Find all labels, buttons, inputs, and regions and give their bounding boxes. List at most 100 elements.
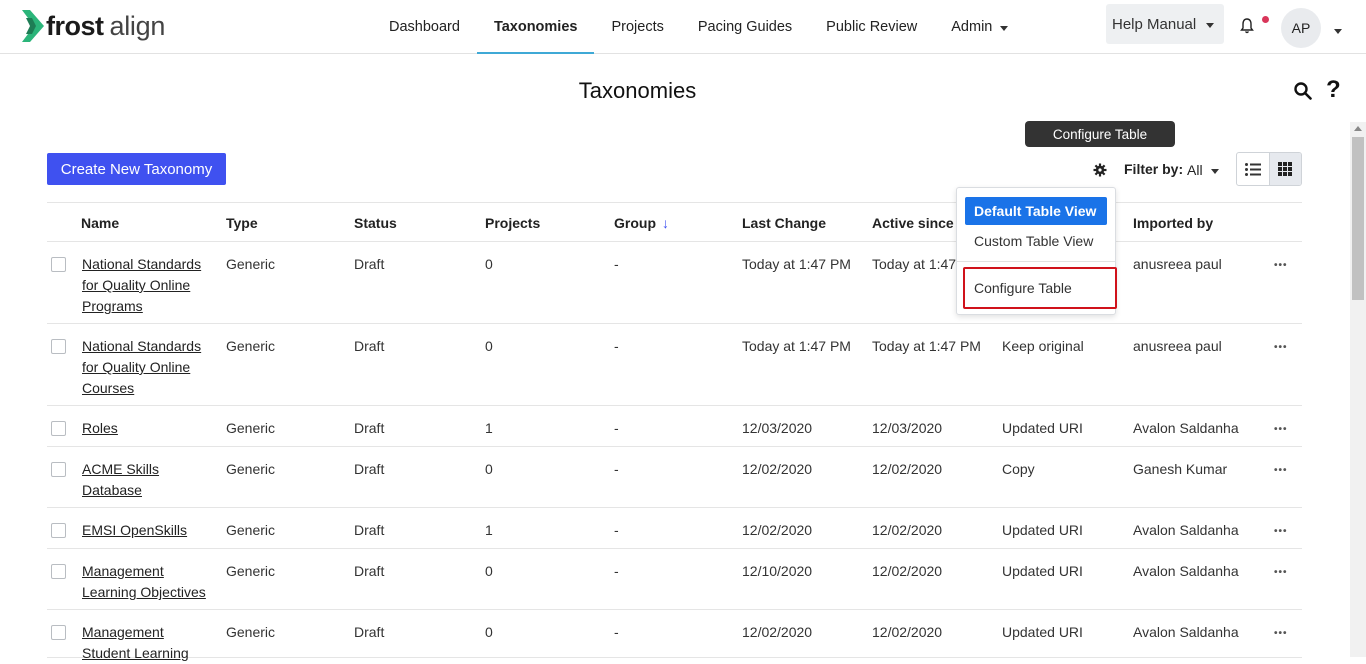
list-view-icon [1244, 162, 1261, 176]
main-nav: Dashboard Taxonomies Projects Pacing Gui… [372, 0, 1025, 54]
cell-type: Generic [226, 624, 276, 640]
nav-admin-label: Admin [951, 19, 993, 35]
logo-chevron-icon [22, 10, 44, 42]
taxonomy-name-cell: National Standards for Quality Online Cour… [82, 336, 201, 399]
more-options-icon[interactable]: ••• [1274, 465, 1288, 476]
filter-select[interactable]: All [1187, 162, 1219, 178]
chevron-down-icon [1210, 168, 1219, 174]
taxonomy-name-link[interactable]: EMSI OpenSkills [82, 520, 187, 541]
gear-icon[interactable] [1093, 163, 1107, 177]
taxonomy-name-link[interactable]: National Standards for Quality Online Cour… [82, 336, 201, 399]
taxonomy-name-line: Management [82, 624, 164, 640]
top-navigation-bar: frost align Dashboard Taxonomies Project… [0, 0, 1366, 54]
grid-view-button[interactable] [1268, 153, 1301, 185]
user-avatar[interactable]: AP [1281, 8, 1321, 48]
cell-imported-by: anusreea paul [1133, 256, 1222, 272]
cell-group: - [614, 461, 619, 477]
create-new-taxonomy-button[interactable]: Create New Taxonomy [47, 153, 226, 185]
taxonomy-name-link[interactable]: National Standards for Quality Online Prog… [82, 254, 201, 317]
col-status[interactable]: Status [354, 215, 397, 231]
cell-group: - [614, 563, 619, 579]
cell-projects: 0 [485, 256, 493, 272]
cell-imported-by: Ganesh Kumar [1133, 461, 1228, 477]
chevron-down-icon[interactable] [1334, 29, 1342, 34]
taxonomy-name-link[interactable]: ACME Skills Database [82, 459, 159, 501]
more-options-icon[interactable]: ••• [1274, 424, 1288, 435]
custom-table-view-option[interactable]: Custom Table View [965, 227, 1107, 255]
cell-imported-by: Avalon Saldanha [1133, 563, 1239, 579]
list-view-button[interactable] [1237, 153, 1269, 185]
row-checkbox[interactable] [51, 564, 66, 579]
nav-dashboard[interactable]: Dashboard [372, 0, 477, 54]
nav-taxonomies[interactable]: Taxonomies [476, 0, 595, 54]
row-checkbox[interactable] [51, 257, 66, 272]
col-group[interactable]: Group ↓ [614, 215, 669, 231]
cell-active-since: 12/03/2020 [872, 420, 943, 436]
cell-status: Draft [354, 461, 385, 477]
help-icon[interactable]: ? [1326, 76, 1341, 104]
view-toggle [1236, 152, 1302, 186]
taxonomy-name-link[interactable]: Roles [82, 418, 118, 439]
more-options-icon[interactable]: ••• [1274, 567, 1288, 578]
search-icon[interactable] [1294, 82, 1312, 100]
notification-dot [1262, 16, 1269, 23]
filter-value: All [1187, 162, 1203, 178]
bell-icon[interactable] [1240, 18, 1254, 34]
page-scrollbar[interactable] [1350, 122, 1366, 657]
cell-group: - [614, 256, 619, 272]
cell-projects: 0 [485, 338, 493, 354]
nav-projects[interactable]: Projects [594, 0, 680, 54]
cell-status: Draft [354, 624, 385, 640]
row-checkbox[interactable] [51, 625, 66, 640]
cell-last-change: 12/02/2020 [742, 461, 813, 477]
more-options-icon[interactable]: ••• [1274, 628, 1288, 639]
table-row: National Standards for Quality Online Cour… [47, 324, 1302, 406]
taxonomy-name-line: National Standards [82, 338, 202, 354]
col-last-change[interactable]: Last Change [742, 215, 826, 231]
col-imported-by[interactable]: Imported by [1133, 215, 1213, 231]
cell-projects: 1 [485, 420, 493, 436]
sort-arrow-icon: ↓ [662, 215, 669, 231]
help-manual-dropdown[interactable]: Help Manual [1106, 4, 1224, 44]
taxonomy-name-link[interactable]: Management Student Learning [82, 622, 189, 664]
nav-admin[interactable]: Admin [934, 0, 1025, 54]
table-row: Roles Generic Draft 1 - 12/03/2020 12/03/2020 U… [47, 406, 1302, 447]
cell-method: Updated URI [1002, 420, 1083, 436]
col-type[interactable]: Type [226, 215, 258, 231]
cell-method: Updated URI [1002, 522, 1083, 538]
cell-projects: 0 [485, 624, 493, 640]
nav-public-review[interactable]: Public Review [809, 0, 934, 54]
row-checkbox[interactable] [51, 421, 66, 436]
frost-align-logo[interactable]: frost align [22, 10, 165, 42]
row-checkbox[interactable] [51, 523, 66, 538]
taxonomy-name-line: EMSI OpenSkills [82, 522, 188, 538]
nav-pacing-guides[interactable]: Pacing Guides [681, 0, 809, 54]
row-checkbox[interactable] [51, 339, 66, 354]
scroll-thumb[interactable] [1352, 137, 1364, 300]
taxonomy-name-link[interactable]: Management Learning Objectives [82, 561, 206, 603]
cell-last-change: Today at 1:47 PM [742, 338, 851, 354]
grid-view-icon [1278, 162, 1293, 176]
cell-active-since: 12/02/2020 [872, 624, 943, 640]
more-options-icon[interactable]: ••• [1274, 526, 1288, 537]
more-options-icon[interactable]: ••• [1274, 342, 1288, 353]
chevron-down-icon [1206, 22, 1215, 28]
row-checkbox[interactable] [51, 462, 66, 477]
cell-last-change: 12/03/2020 [742, 420, 813, 436]
logo-text-light: align [109, 10, 166, 41]
configure-table-option[interactable]: Configure Table [963, 267, 1117, 309]
taxonomy-name-line: Programs [82, 298, 143, 314]
default-table-view-option[interactable]: Default Table View [965, 197, 1107, 225]
col-active-since[interactable]: Active since [872, 215, 954, 231]
cell-last-change: Today at 1:47 PM [742, 256, 851, 272]
taxonomy-name-cell: Roles [82, 418, 118, 439]
cell-last-change: 12/02/2020 [742, 624, 813, 640]
col-name[interactable]: Name [81, 215, 119, 231]
more-options-icon[interactable]: ••• [1274, 260, 1288, 271]
table-row: ACME Skills Database Generic Draft 0 - 12/02/2… [47, 447, 1302, 508]
scroll-up-arrow-icon[interactable] [1354, 126, 1362, 131]
configure-table-tooltip: Configure Table [1025, 121, 1175, 147]
col-projects[interactable]: Projects [485, 215, 540, 231]
cell-method: Keep original [1002, 338, 1084, 354]
cell-type: Generic [226, 461, 276, 477]
